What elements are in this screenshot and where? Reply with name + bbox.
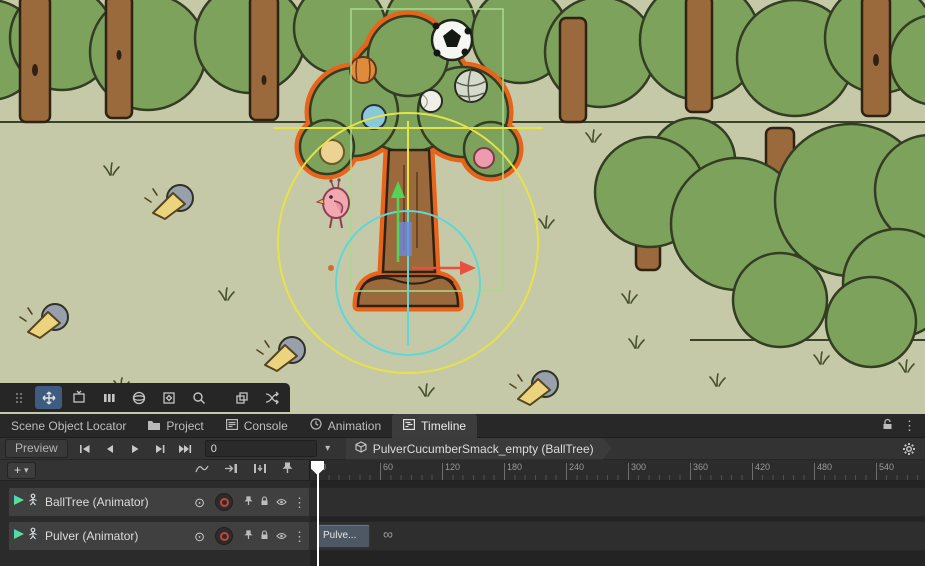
toolbar-handle-icon[interactable]: [5, 386, 32, 409]
record-button[interactable]: [215, 493, 233, 511]
panel-tab-bar: Scene Object Locator Project Console Ani…: [0, 414, 925, 438]
track-toolbar-icons: [195, 461, 293, 479]
custom-tool-icon[interactable]: [155, 386, 182, 409]
shuffle-tool-icon[interactable]: [258, 386, 285, 409]
lock-icon[interactable]: [260, 527, 269, 545]
track-option-icons: [244, 493, 287, 511]
pin-icon[interactable]: [282, 461, 293, 479]
tab-label: Timeline: [421, 419, 466, 433]
zoom-tool-icon[interactable]: [185, 386, 212, 409]
play-button[interactable]: [123, 440, 148, 458]
track-binding-button[interactable]: ⊙: [194, 530, 205, 543]
timeline-header: Preview 0 ▾ PulverCucumberSmack_empty (B…: [0, 438, 925, 460]
move-tool-icon[interactable]: [35, 386, 62, 409]
breadcrumb[interactable]: PulverCucumberSmack_empty (BallTree): [346, 438, 612, 460]
track-header-pulver[interactable]: Pulver (Animator) ⊙ ⋮: [8, 521, 310, 551]
animation-track-icon: [12, 493, 26, 512]
timeline-settings-button[interactable]: [902, 442, 916, 456]
curves-view-icon[interactable]: [195, 461, 209, 479]
previous-frame-button[interactable]: [98, 440, 123, 458]
tab-label: Project: [166, 419, 203, 433]
pin-icon[interactable]: [244, 493, 253, 511]
scene-canvas[interactable]: [0, 0, 925, 414]
track-row: BallTree (Animator) ⊙ ⋮: [0, 487, 925, 517]
tab-scene-object-locator[interactable]: Scene Object Locator: [0, 414, 137, 438]
transport-controls: [73, 440, 198, 458]
console-icon: [226, 419, 238, 433]
eye-icon[interactable]: [276, 493, 287, 511]
clock-icon: [310, 418, 322, 433]
plus-icon: +: [14, 464, 21, 476]
eye-icon[interactable]: [276, 527, 287, 545]
pumpkin-ball[interactable]: [350, 57, 376, 83]
track-option-icons: [244, 527, 287, 545]
rect-transform-tool-icon[interactable]: [65, 386, 92, 409]
animation-clip[interactable]: Pulve...: [318, 524, 370, 548]
record-dot: [220, 532, 229, 541]
record-button[interactable]: [215, 527, 233, 545]
frame-options-dropdown[interactable]: ▾: [320, 443, 336, 454]
layers-tool-icon[interactable]: [228, 386, 255, 409]
timeline-tracks-area: BallTree (Animator) ⊙ ⋮ Pulver (Animator…: [0, 481, 925, 566]
scene-view[interactable]: [0, 0, 925, 414]
tab-project[interactable]: Project: [137, 414, 214, 438]
tab-console[interactable]: Console: [215, 414, 299, 438]
animator-icon: [26, 493, 40, 512]
infinite-clip-icon: ∞: [383, 527, 393, 541]
track-toolbar: + ▾: [0, 460, 310, 481]
track-row: Pulver (Animator) ⊙ ⋮ Pulve... ∞: [0, 521, 925, 551]
track-menu-icon[interactable]: ⋮: [293, 496, 306, 509]
tab-label: Scene Object Locator: [11, 419, 126, 433]
animator-icon: [26, 527, 40, 546]
ruler-minor-ticks: [318, 475, 925, 480]
track-binding-button[interactable]: ⊙: [194, 496, 205, 509]
add-track-button[interactable]: + ▾: [7, 462, 36, 479]
panel-menu-icon[interactable]: ⋮: [903, 419, 916, 432]
scene-tool-overlay: [0, 383, 290, 412]
frame-number-field[interactable]: 0: [205, 440, 317, 457]
volleyball[interactable]: [455, 70, 487, 102]
lock-icon[interactable]: [882, 417, 893, 435]
timeline-ruler-row: + ▾ 0 60 120 180 240 300 360 420 480 540: [0, 460, 925, 481]
folder-icon: [148, 419, 160, 433]
record-dot: [220, 498, 229, 507]
breadcrumb-label: PulverCucumberSmack_empty (BallTree): [373, 442, 594, 456]
playhead-line[interactable]: [317, 461, 319, 566]
track-label: Pulver (Animator): [45, 529, 189, 543]
gizmo-pivot-dot[interactable]: [328, 265, 334, 271]
clip-edit-mode-icon[interactable]: [224, 461, 238, 479]
pin-icon[interactable]: [244, 527, 253, 545]
tab-animation[interactable]: Animation: [299, 414, 392, 438]
lock-icon[interactable]: [260, 493, 269, 511]
tab-label: Console: [244, 419, 288, 433]
track-label: BallTree (Animator): [45, 495, 189, 509]
timeline-ruler[interactable]: 0 60 120 180 240 300 360 420 480 540: [310, 460, 925, 481]
preview-toggle-button[interactable]: Preview: [5, 439, 68, 458]
track-header-balltree[interactable]: BallTree (Animator) ⊙ ⋮: [8, 487, 310, 517]
go-to-start-button[interactable]: [73, 440, 98, 458]
gizmo-plane-handle[interactable]: [398, 222, 412, 256]
go-to-end-button[interactable]: [173, 440, 198, 458]
track-lane-pulver[interactable]: Pulve... ∞: [310, 521, 925, 551]
clip-marker-icon[interactable]: [253, 461, 267, 479]
pink-ball[interactable]: [474, 148, 494, 168]
editor-window: Scene Object Locator Project Console Ani…: [0, 0, 925, 566]
cube-icon: [355, 441, 367, 456]
tab-label: Animation: [328, 419, 381, 433]
scale-tool-icon[interactable]: [95, 386, 122, 409]
sphere-tool-icon[interactable]: [125, 386, 152, 409]
next-frame-button[interactable]: [148, 440, 173, 458]
timeline-icon: [403, 419, 415, 433]
track-menu-icon[interactable]: ⋮: [293, 530, 306, 543]
chevron-down-icon: ▾: [24, 466, 29, 475]
animation-track-icon: [12, 527, 26, 546]
track-lane-balltree[interactable]: [310, 487, 925, 517]
tab-bar-controls: ⋮: [873, 417, 925, 435]
soccer-ball[interactable]: [432, 20, 472, 60]
tab-timeline[interactable]: Timeline: [392, 414, 477, 438]
white-ball[interactable]: [420, 90, 442, 112]
